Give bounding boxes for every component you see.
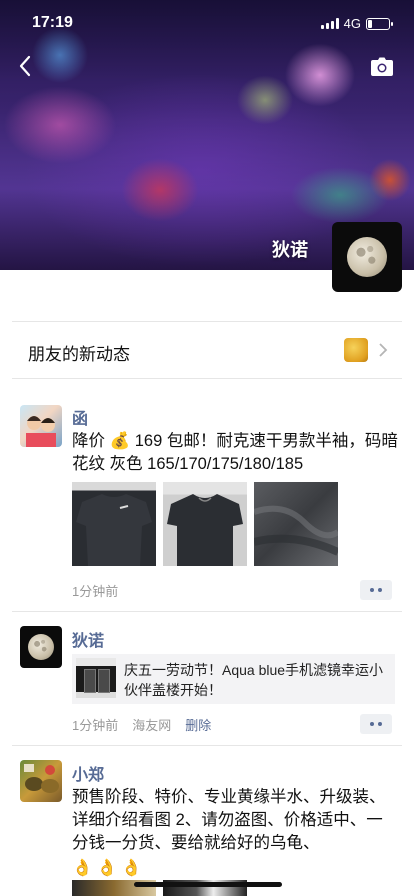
post-author[interactable]: 狄诺 [72,627,104,651]
post-meta: 1分钟前 海友网 删除 [72,715,211,734]
post-item: 狄诺 庆五一劳动节！Aqua blue手机滤镜幸运小伙伴盖楼开始！ 1分钟前 海… [0,624,414,744]
moon-image [347,237,387,277]
post-author[interactable]: 函 [72,405,88,429]
shared-link-title: 庆五一劳动节！Aqua blue手机滤镜幸运小伙伴盖楼开始！ [124,662,384,698]
ok-hand-emoji: 👌 [96,859,118,877]
post-photo[interactable] [72,482,156,566]
post-avatar[interactable] [20,626,62,668]
post-photo[interactable] [254,482,338,566]
battery-icon [366,17,393,30]
post-item: 小郑 预售阶段、特价、专业黄缘半水、升级装、详细介绍看图 2、请勿盗图、价格适中… [0,758,414,896]
divider [12,611,402,612]
profile-name[interactable]: 狄诺 [272,236,308,262]
ok-hand-emoji: 👌 [72,859,93,877]
chevron-right-icon [379,343,388,357]
status-bar: 17:19 4G [0,0,414,44]
signal-icon [320,18,339,29]
chevron-left-icon [19,55,31,77]
divider [12,745,402,746]
moon-image [28,634,54,660]
back-button[interactable] [14,52,38,80]
avatar-photo [26,416,56,447]
home-indicator[interactable] [134,882,282,887]
friend-avatar [344,338,368,362]
ok-hand-emoji: 👌 [121,859,142,877]
post-photo[interactable] [163,482,247,566]
more-button[interactable] [360,580,392,600]
post-source[interactable]: 海友网 [132,715,171,734]
camera-button[interactable] [370,56,394,78]
delete-link[interactable]: 删除 [185,715,211,734]
post-meta: 1分钟前 [72,581,118,600]
post-author[interactable]: 小郑 [72,761,104,785]
post-text: 降价 💰 169 包邮！耐克速干男款半袖，码暗花纹 灰色 165/170/175… [72,432,398,473]
post-text: 预售阶段、特价、专业黄缘半水、升级装、详细介绍看图 2、请勿盗图、价格适中、一分… [72,786,398,880]
shared-link-thumbnail [76,658,116,698]
status-time: 17:19 [32,14,73,31]
more-button[interactable] [360,714,392,734]
post-time: 1分钟前 [72,584,119,599]
friends-news-label: 朋友的新动态 [28,345,130,364]
status-indicators: 4G [320,16,393,31]
friends-news-row[interactable]: 朋友的新动态 [0,322,414,378]
network-label: 4G [343,16,361,31]
emoji-row: 👌 👌 👌 [72,857,398,880]
shared-link-card[interactable]: 庆五一劳动节！Aqua blue手机滤镜幸运小伙伴盖楼开始！ [72,654,395,704]
post-item: 函 降价 💰 169 包邮！耐克速干男款半袖，码暗花纹 灰色 165/170/1… [0,400,414,610]
post-time: 1分钟前 [72,718,119,733]
post-text-content: 预售阶段、特价、专业黄缘半水、升级装、详细介绍看图 2、请勿盗图、价格适中、一分… [72,788,386,852]
divider [12,378,402,379]
camera-icon [371,57,393,76]
profile-avatar[interactable] [332,222,402,292]
post-avatar[interactable] [20,405,62,447]
post-avatar[interactable] [20,760,62,802]
